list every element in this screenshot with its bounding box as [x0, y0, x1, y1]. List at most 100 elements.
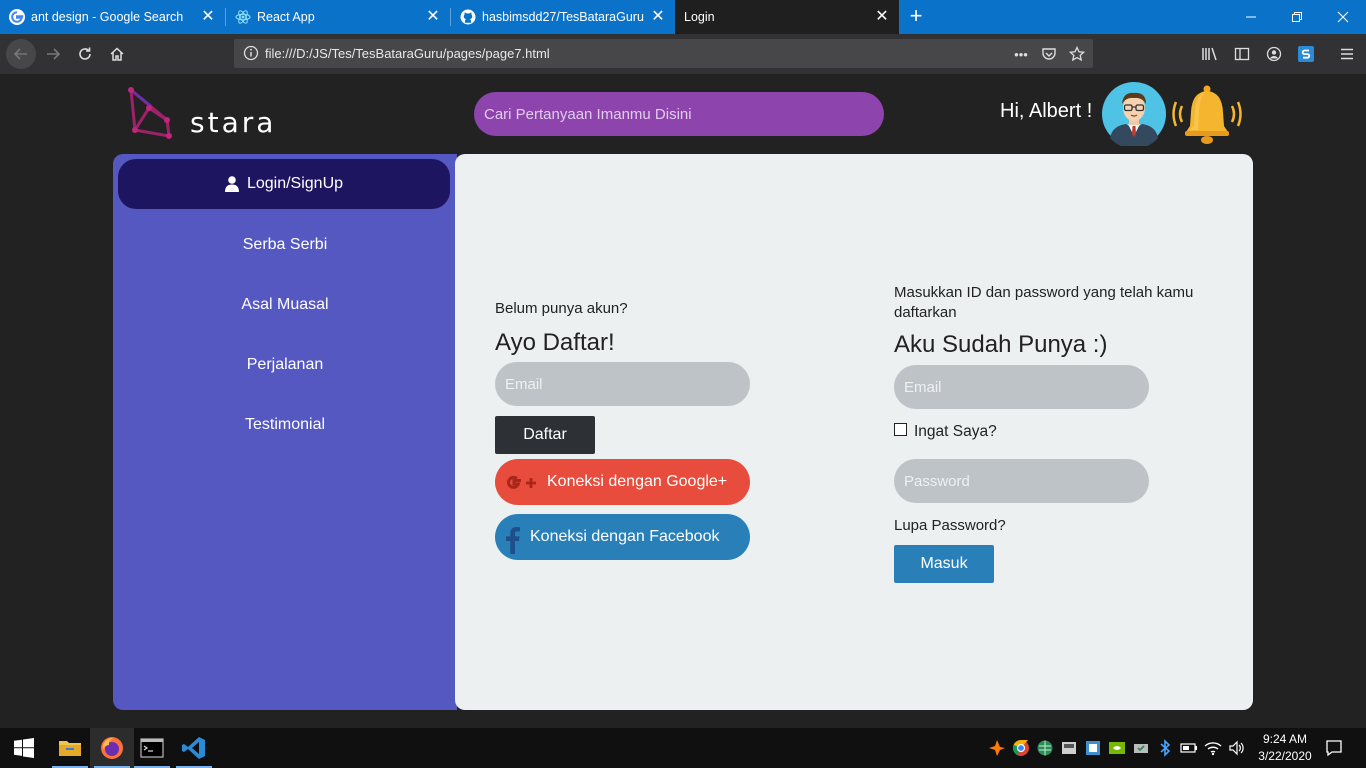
bluetooth-icon[interactable] [1156, 739, 1174, 757]
daftar-button[interactable]: Daftar [495, 416, 595, 454]
register-email-input[interactable] [495, 362, 750, 406]
logo-text: stara [190, 106, 277, 139]
tab-title: Login [684, 10, 715, 24]
sidebar-item-serba-serbi[interactable]: Serba Serbi [113, 236, 457, 254]
taskbar-terminal[interactable] [130, 728, 174, 768]
facebook-connect-button[interactable]: Koneksi dengan Facebook [495, 514, 750, 560]
vscode-icon [182, 737, 205, 759]
tab-react-app[interactable]: React App ✕ [226, 0, 450, 34]
start-button[interactable] [2, 728, 46, 768]
search-input[interactable] [474, 92, 884, 136]
stara-logo-icon [128, 87, 172, 139]
nvidia-tray-icon[interactable] [1108, 739, 1126, 757]
tab-login[interactable]: Login ✕ [675, 0, 899, 34]
tab-title: React App [257, 10, 315, 24]
reload-button[interactable] [71, 40, 99, 68]
tab-title: hasbimsdd27/TesBataraGuru [482, 10, 644, 24]
browser-toolbar: file:///D:/JS/Tes/TesBataraGuru/pages/pa… [0, 34, 1366, 74]
pocket-icon[interactable] [1039, 44, 1059, 64]
login-email-input[interactable] [894, 365, 1149, 409]
avatar[interactable] [1102, 82, 1166, 146]
storage-tray-icon[interactable] [1132, 739, 1150, 757]
firefox-icon [101, 737, 123, 759]
battery-icon[interactable] [1180, 739, 1198, 757]
stara-logo[interactable]: stara [125, 86, 285, 142]
avast-tray-icon[interactable] [988, 739, 1006, 757]
google-connect-button[interactable]: Koneksi dengan Google+ [495, 459, 750, 505]
close-tab-icon[interactable]: ✕ [199, 6, 217, 26]
tab-title: ant design - Google Search [31, 10, 184, 24]
new-tab-button[interactable]: + [904, 3, 928, 29]
extension-s-icon[interactable] [1294, 42, 1318, 66]
taskbar-file-explorer[interactable] [48, 728, 92, 768]
folder-icon [59, 741, 81, 756]
account-icon[interactable] [1262, 42, 1286, 66]
remember-me-label: Ingat Saya? [914, 423, 997, 440]
volume-icon[interactable] [1228, 739, 1246, 757]
github-icon [460, 9, 476, 25]
browser-tab-bar: ant design - Google Search ✕ React App ✕… [0, 0, 1366, 34]
google-icon [9, 9, 25, 25]
login-heading: Aku Sudah Punya :) [894, 331, 1108, 358]
restore-button[interactable] [1274, 0, 1320, 34]
minimize-button[interactable] [1228, 0, 1274, 34]
sidebar: Login/SignUp Serba Serbi Asal Muasal Per… [113, 154, 457, 710]
user-icon [224, 176, 239, 192]
hamburger-menu-icon[interactable] [1335, 42, 1359, 66]
address-bar[interactable]: file:///D:/JS/Tes/TesBataraGuru/pages/pa… [234, 39, 1093, 68]
forward-button[interactable] [39, 40, 67, 68]
notifications-icon[interactable] [1324, 738, 1344, 758]
arrow-right-icon [47, 48, 61, 60]
url-text[interactable]: file:///D:/JS/Tes/TesBataraGuru/pages/pa… [265, 46, 550, 61]
bookmark-star-icon[interactable] [1067, 44, 1087, 64]
notification-bell-icon[interactable] [1172, 82, 1242, 146]
sidebar-item-label: Login/SignUp [246, 175, 344, 192]
wifi-icon[interactable] [1204, 739, 1222, 757]
network-globe-tray-icon[interactable] [1036, 739, 1054, 757]
library-icon[interactable] [1198, 42, 1222, 66]
register-heading: Ayo Daftar! [495, 329, 615, 356]
sidebar-item-login-signup[interactable]: Login/SignUp [118, 159, 450, 209]
home-icon [110, 47, 124, 61]
register-prompt: Belum punya akun? [495, 300, 628, 317]
facebook-connect-label: Koneksi dengan Facebook [530, 528, 720, 545]
forgot-password-link[interactable]: Lupa Password? [894, 517, 1006, 534]
clock-date[interactable]: 3/22/2020 [1252, 749, 1318, 763]
windows-icon [14, 738, 34, 758]
taskbar-firefox[interactable] [90, 728, 134, 768]
drive-tray-icon[interactable] [1060, 739, 1078, 757]
taskbar-vscode[interactable] [172, 728, 216, 768]
close-tab-icon[interactable]: ✕ [424, 6, 442, 26]
close-window-button[interactable] [1320, 0, 1366, 34]
close-tab-icon[interactable]: ✕ [873, 6, 891, 26]
auth-panel: Belum punya akun? Ayo Daftar! Daftar Kon… [455, 154, 1253, 710]
facebook-icon [506, 527, 520, 554]
info-icon[interactable] [243, 45, 259, 61]
sidebar-toggle-icon[interactable] [1230, 42, 1254, 66]
sidebar-item-perjalanan[interactable]: Perjalanan [113, 356, 457, 374]
close-icon [1337, 11, 1349, 23]
masuk-button[interactable]: Masuk [894, 545, 994, 583]
windows-taskbar: 9:24 AM 3/22/2020 [0, 728, 1366, 768]
chrome-tray-icon[interactable] [1012, 739, 1030, 757]
sidebar-item-asal-muasal[interactable]: Asal Muasal [113, 296, 457, 314]
user-greeting: Hi, Albert ! [1000, 100, 1093, 122]
reload-icon [79, 47, 91, 60]
back-button[interactable] [6, 39, 36, 69]
login-prompt: Masukkan ID dan password yang telah kamu… [894, 284, 1194, 321]
app-tray-icon[interactable] [1084, 739, 1102, 757]
remember-me-checkbox[interactable] [894, 423, 907, 436]
minimize-icon [1246, 16, 1256, 18]
home-button[interactable] [103, 40, 131, 68]
restore-icon [1292, 12, 1302, 22]
password-input[interactable] [894, 459, 1149, 503]
tab-github[interactable]: hasbimsdd27/TesBataraGuru ✕ [451, 0, 675, 34]
arrow-left-icon [13, 48, 27, 60]
close-tab-icon[interactable]: ✕ [649, 6, 667, 26]
react-icon [235, 10, 251, 24]
page-actions-icon[interactable]: ••• [1011, 44, 1031, 64]
clock-time[interactable]: 9:24 AM [1252, 732, 1318, 746]
sidebar-item-testimonial[interactable]: Testimonial [113, 416, 457, 434]
google-connect-label: Koneksi dengan Google+ [547, 473, 728, 490]
tab-google-search[interactable]: ant design - Google Search ✕ [0, 0, 225, 34]
